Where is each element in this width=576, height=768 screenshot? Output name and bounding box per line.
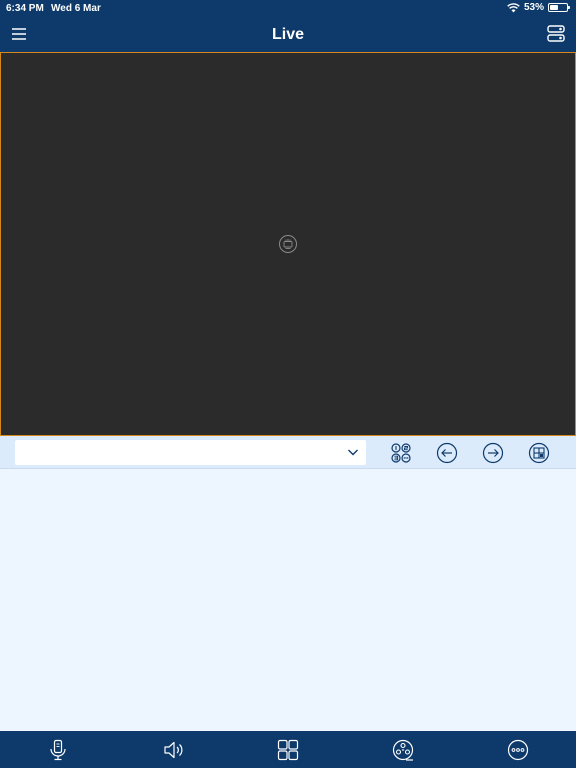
channel-numbers-icon	[391, 443, 411, 463]
channel-list-area	[0, 469, 576, 731]
audio-icon	[164, 741, 183, 759]
previous-icon	[436, 442, 458, 464]
ptz-icon	[392, 739, 414, 761]
wifi-icon	[507, 2, 520, 12]
device-list-button[interactable]	[546, 23, 566, 45]
next-button[interactable]	[482, 442, 504, 464]
ptz-button[interactable]	[392, 739, 414, 761]
more-button[interactable]	[507, 739, 529, 761]
split-screen-icon	[277, 739, 299, 761]
next-icon	[482, 442, 504, 464]
bottom-tab-bar	[0, 731, 576, 768]
video-placeholder-icon	[279, 235, 297, 253]
layout-grid-icon	[528, 442, 550, 464]
channel-numbers-button[interactable]	[390, 442, 412, 464]
page-title: Live	[271, 26, 304, 43]
live-toolbar	[0, 436, 576, 469]
status-time: 6:34 PM	[6, 3, 44, 14]
previous-button[interactable]	[436, 442, 458, 464]
status-bar: 6:34 PM Wed 6 Mar 53%	[0, 0, 576, 18]
chevron-down-icon	[348, 449, 358, 456]
split-screen-button[interactable]	[277, 739, 299, 761]
battery-percentage: 53%	[523, 2, 544, 13]
battery-icon	[548, 3, 570, 12]
battery-level	[550, 5, 558, 10]
live-video-pane[interactable]	[0, 52, 576, 436]
talk-icon	[50, 739, 66, 761]
device-list-icon	[547, 25, 565, 42]
status-date: Wed 6 Mar	[51, 3, 101, 14]
more-icon	[507, 739, 529, 761]
navigation-bar: Live	[0, 18, 576, 52]
audio-button[interactable]	[162, 739, 184, 761]
status-right-group: 53%	[507, 2, 570, 13]
talk-button[interactable]	[47, 739, 69, 761]
layout-grid-button[interactable]	[528, 442, 550, 464]
channel-select[interactable]	[15, 440, 366, 465]
